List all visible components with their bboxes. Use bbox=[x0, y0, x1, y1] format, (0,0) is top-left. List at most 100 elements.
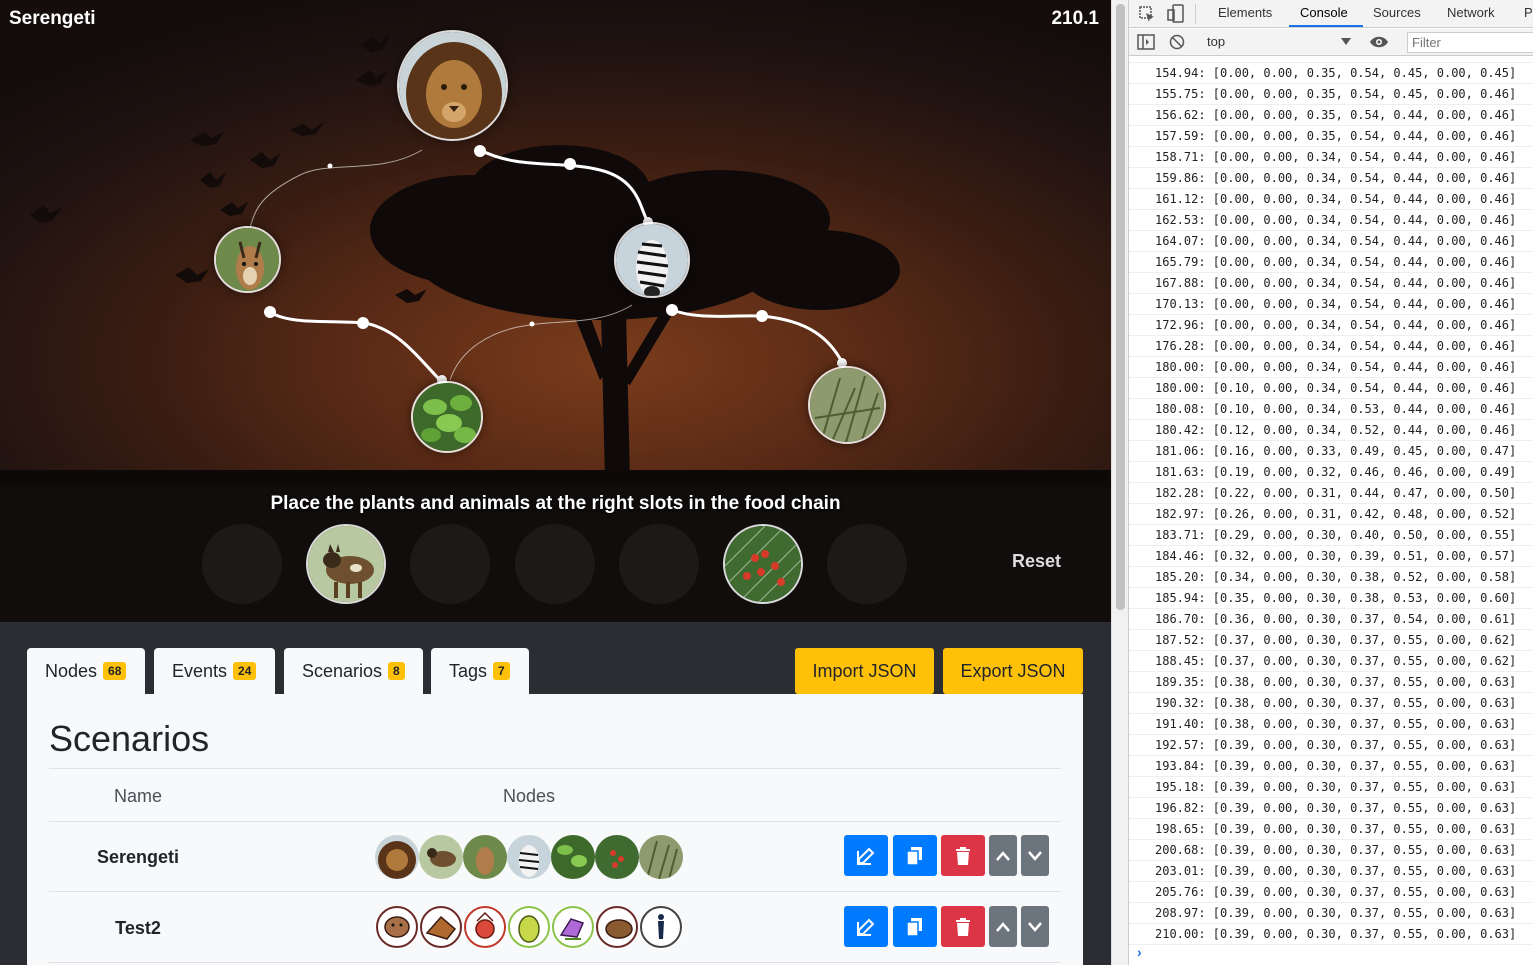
tab-nodes[interactable]: Nodes 68 bbox=[27, 648, 145, 694]
clear-console-icon[interactable] bbox=[1169, 34, 1185, 50]
import-json-button[interactable]: Import JSON bbox=[795, 648, 934, 694]
tab-label: Scenarios bbox=[302, 660, 383, 681]
console-log-line: 167.88: [0.00, 0.00, 0.34, 0.54, 0.44, 0… bbox=[1129, 273, 1533, 294]
tray-slot-7[interactable] bbox=[827, 524, 907, 604]
console-log-line: 155.75: [0.00, 0.00, 0.35, 0.54, 0.45, 0… bbox=[1129, 84, 1533, 105]
delete-button[interactable] bbox=[941, 835, 985, 876]
count-badge: 24 bbox=[233, 662, 257, 680]
edit-button[interactable] bbox=[844, 906, 888, 947]
console-log-line: 208.97: [0.39, 0.00, 0.30, 0.37, 0.55, 0… bbox=[1129, 903, 1533, 924]
eye-icon[interactable] bbox=[1369, 35, 1389, 49]
dropdown-arrow-icon bbox=[1341, 38, 1351, 45]
sidebar-toggle-icon[interactable] bbox=[1137, 34, 1155, 50]
console-log-line: 180.00: [0.10, 0.00, 0.34, 0.54, 0.44, 0… bbox=[1129, 378, 1533, 399]
count-badge: 7 bbox=[493, 662, 510, 680]
instruction-text: Place the plants and animals at the righ… bbox=[270, 493, 841, 514]
move-up-button[interactable] bbox=[989, 906, 1017, 947]
devtools-tab-console[interactable]: Console bbox=[1300, 5, 1348, 20]
tray-slot-3[interactable] bbox=[410, 524, 490, 604]
console-log-line: 198.65: [0.39, 0.00, 0.30, 0.37, 0.55, 0… bbox=[1129, 819, 1533, 840]
column-header-nodes: Nodes bbox=[503, 786, 556, 806]
cactus-icon bbox=[507, 905, 551, 949]
console-log-line: 200.68: [0.39, 0.00, 0.30, 0.37, 0.55, 0… bbox=[1129, 840, 1533, 861]
console-log-line: 185.20: [0.34, 0.00, 0.30, 0.38, 0.52, 0… bbox=[1129, 567, 1533, 588]
human-icon bbox=[639, 905, 683, 949]
tab-scenarios[interactable]: Scenarios 8 bbox=[284, 648, 423, 694]
console-log-line: 158.71: [0.00, 0.00, 0.34, 0.54, 0.44, 0… bbox=[1129, 147, 1533, 168]
devtools-tab-elements[interactable]: Elements bbox=[1218, 5, 1272, 20]
console-output[interactable]: 154.94: [0.00, 0.00, 0.35, 0.54, 0.45, 0… bbox=[1129, 57, 1533, 947]
console-log-line: 203.01: [0.39, 0.00, 0.30, 0.37, 0.55, 0… bbox=[1129, 861, 1533, 882]
plant-icon bbox=[551, 835, 595, 879]
move-down-button[interactable] bbox=[1021, 906, 1049, 947]
copy-icon bbox=[906, 846, 922, 866]
console-log-line: 188.45: [0.37, 0.00, 0.30, 0.37, 0.55, 0… bbox=[1129, 651, 1533, 672]
devtools-tab-bar: Elements Console Sources Network Pe bbox=[1129, 0, 1533, 28]
console-log-line: 191.40: [0.38, 0.00, 0.30, 0.37, 0.55, 0… bbox=[1129, 714, 1533, 735]
console-log-line: 195.18: [0.39, 0.00, 0.30, 0.37, 0.55, 0… bbox=[1129, 777, 1533, 798]
count-badge: 68 bbox=[103, 662, 127, 680]
console-log-line: 181.06: [0.16, 0.00, 0.33, 0.49, 0.45, 0… bbox=[1129, 441, 1533, 462]
inspect-element-icon[interactable] bbox=[1138, 5, 1156, 23]
tab-events[interactable]: Events 24 bbox=[154, 648, 275, 694]
tray-slot-4[interactable] bbox=[515, 524, 595, 604]
tab-tags[interactable]: Tags 7 bbox=[431, 648, 529, 694]
tab-label: Nodes bbox=[45, 660, 98, 681]
console-log-line: 172.96: [0.00, 0.00, 0.34, 0.54, 0.44, 0… bbox=[1129, 315, 1533, 336]
tray-slot-2-wild-dog[interactable] bbox=[306, 524, 386, 604]
console-toolbar: top bbox=[1129, 29, 1533, 56]
export-json-button[interactable]: Export JSON bbox=[943, 648, 1083, 694]
console-log-line: 154.94: [0.00, 0.00, 0.35, 0.54, 0.45, 0… bbox=[1129, 63, 1533, 84]
reset-button[interactable]: Reset bbox=[1012, 551, 1061, 572]
move-down-button[interactable] bbox=[1021, 835, 1049, 876]
otter-icon bbox=[375, 905, 419, 949]
divider bbox=[49, 891, 1061, 892]
console-log-line: 180.08: [0.10, 0.00, 0.34, 0.53, 0.44, 0… bbox=[1129, 399, 1533, 420]
chevron-down-icon bbox=[1028, 850, 1042, 861]
copy-button[interactable] bbox=[893, 906, 937, 947]
column-header-name: Name bbox=[114, 786, 163, 806]
console-log-line: 180.00: [0.00, 0.00, 0.34, 0.54, 0.44, 0… bbox=[1129, 357, 1533, 378]
move-up-button[interactable] bbox=[989, 835, 1017, 876]
antelope-icon bbox=[463, 835, 507, 879]
console-log-line: 159.86: [0.00, 0.00, 0.34, 0.54, 0.44, 0… bbox=[1129, 168, 1533, 189]
console-log-line: 184.46: [0.32, 0.00, 0.30, 0.39, 0.51, 0… bbox=[1129, 546, 1533, 567]
trash-icon bbox=[956, 917, 970, 936]
device-toolbar-icon[interactable] bbox=[1167, 4, 1185, 24]
scrollbar-thumb[interactable] bbox=[1116, 4, 1125, 610]
tray-slot-1[interactable] bbox=[202, 524, 282, 604]
console-log-line: 205.76: [0.39, 0.00, 0.30, 0.37, 0.55, 0… bbox=[1129, 882, 1533, 903]
node-zebra[interactable] bbox=[614, 222, 690, 298]
chevron-up-icon bbox=[996, 850, 1010, 861]
console-log-line: 170.13: [0.00, 0.00, 0.34, 0.54, 0.44, 0… bbox=[1129, 294, 1533, 315]
tray-slot-5[interactable] bbox=[619, 524, 699, 604]
boar-icon bbox=[595, 905, 639, 949]
node-antelope[interactable] bbox=[214, 226, 281, 293]
console-log-line: 193.84: [0.39, 0.00, 0.30, 0.37, 0.55, 0… bbox=[1129, 756, 1533, 777]
console-filter-input[interactable] bbox=[1407, 32, 1533, 53]
console-prompt-icon[interactable]: › bbox=[1137, 944, 1142, 960]
page-scrollbar[interactable] bbox=[1111, 0, 1128, 965]
game-canvas[interactable]: Serengeti 210.1 Place the plants and ani… bbox=[0, 0, 1111, 622]
chevron-up-icon bbox=[996, 921, 1010, 932]
devtools-tab-performance[interactable]: Pe bbox=[1524, 5, 1533, 20]
scenario-title: Serengeti bbox=[9, 8, 96, 29]
copy-button[interactable] bbox=[893, 835, 937, 876]
console-log-line: 181.63: [0.19, 0.00, 0.32, 0.46, 0.46, 0… bbox=[1129, 462, 1533, 483]
count-badge: 8 bbox=[388, 662, 405, 680]
edit-icon bbox=[857, 918, 875, 936]
tray-slot-6-berries[interactable] bbox=[723, 524, 803, 604]
console-log-line: 182.97: [0.26, 0.00, 0.31, 0.42, 0.48, 0… bbox=[1129, 504, 1533, 525]
node-grass[interactable] bbox=[808, 366, 886, 444]
console-log-line: 192.57: [0.39, 0.00, 0.30, 0.37, 0.55, 0… bbox=[1129, 735, 1533, 756]
console-log-line: 186.70: [0.36, 0.00, 0.30, 0.37, 0.54, 0… bbox=[1129, 609, 1533, 630]
console-log-line: 187.52: [0.37, 0.00, 0.30, 0.37, 0.55, 0… bbox=[1129, 630, 1533, 651]
context-selector[interactable]: top bbox=[1207, 34, 1355, 52]
node-lion[interactable] bbox=[397, 30, 508, 141]
devtools-tab-network[interactable]: Network bbox=[1447, 5, 1495, 20]
devtools-tab-sources[interactable]: Sources bbox=[1373, 5, 1421, 20]
divider bbox=[49, 962, 1061, 963]
node-plant[interactable] bbox=[411, 381, 483, 453]
edit-button[interactable] bbox=[844, 835, 888, 876]
delete-button[interactable] bbox=[941, 906, 985, 947]
